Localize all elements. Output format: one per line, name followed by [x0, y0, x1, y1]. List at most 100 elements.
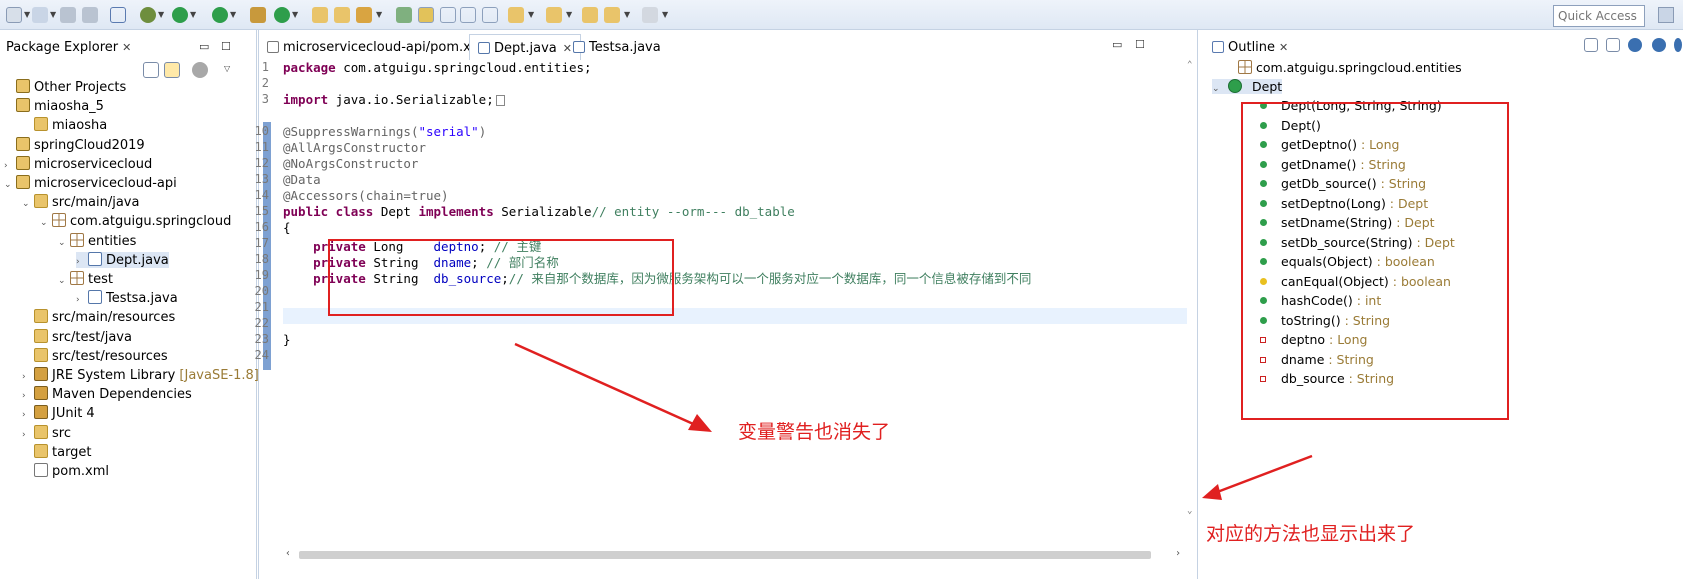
chevron-down-icon[interactable]: ⌄ [40, 218, 52, 228]
scroll-left-icon[interactable]: ‹ [285, 548, 291, 559]
tab-pom-xml[interactable]: microservicecloud-api/pom.xml [259, 34, 495, 60]
view-menu-icon[interactable]: ▽ [224, 64, 230, 73]
close-icon[interactable]: ✕ [122, 41, 131, 54]
tree-item[interactable]: src/main/resources [22, 309, 175, 325]
hide-non-public-icon[interactable] [1674, 38, 1682, 52]
open-perspective-icon[interactable] [1658, 7, 1674, 23]
tree-item[interactable]: ⌄ microservicecloud-api [4, 175, 177, 191]
collapse-all-icon[interactable] [143, 62, 159, 78]
collapse-all-icon[interactable] [1584, 38, 1598, 52]
tab-testsa-java[interactable]: Testsa.java [565, 34, 669, 60]
editor-maximize-icon[interactable]: ☐ [1135, 38, 1145, 51]
editor-minimize-icon[interactable]: ▭ [1112, 38, 1122, 51]
quick-access-input[interactable] [1553, 5, 1645, 27]
chevron-down-icon[interactable]: ⌄ [4, 180, 16, 190]
chevron-right-icon[interactable]: › [22, 430, 34, 440]
search-icon[interactable] [356, 7, 372, 23]
tree-item[interactable]: › JRE System Library [JavaSE-1.8] [22, 367, 259, 383]
tree-item[interactable]: › microservicecloud [4, 155, 152, 172]
tree-item[interactable]: Other Projects [4, 79, 126, 95]
chevron-down-icon[interactable]: ⌄ [1212, 84, 1224, 94]
back-icon[interactable] [604, 7, 620, 23]
chevron-right-icon[interactable]: › [76, 257, 88, 267]
open-task-icon[interactable] [334, 7, 350, 23]
skip-breakpoints-icon[interactable] [110, 7, 126, 23]
debug-icon[interactable] [140, 7, 156, 23]
tree-item[interactable]: ⌄ entities [58, 232, 136, 249]
next-annotation-icon[interactable] [508, 7, 524, 23]
forward-icon[interactable] [642, 7, 658, 23]
toggle-mark-occurrences-icon[interactable] [396, 7, 412, 23]
chevron-down-icon[interactable]: ⌄ [58, 238, 70, 248]
new-icon[interactable] [6, 7, 22, 23]
chevron-right-icon[interactable]: › [4, 161, 16, 171]
outline-package[interactable]: com.atguigu.springcloud.entities [1238, 60, 1462, 75]
search-dropdown-icon[interactable]: ▼ [376, 10, 382, 19]
forward-dropdown-icon[interactable]: ▼ [662, 10, 668, 19]
tab-outline[interactable]: Outline ✕ [1206, 34, 1294, 60]
focus-on-active-task-icon[interactable] [192, 62, 208, 78]
scroll-up-icon[interactable]: ⌃ [1187, 60, 1192, 70]
chevron-right-icon[interactable]: › [22, 410, 34, 420]
tree-item[interactable]: src/test/resources [22, 347, 168, 364]
tree-item[interactable]: src/test/java [22, 328, 132, 345]
maximize-icon[interactable]: ☐ [221, 40, 231, 53]
chevron-right-icon[interactable]: › [76, 295, 88, 305]
debug-dropdown-icon[interactable]: ▼ [158, 10, 164, 19]
tree-item[interactable]: › Maven Dependencies [22, 386, 192, 402]
new-class-icon[interactable] [274, 7, 290, 23]
block-selection-icon[interactable] [440, 7, 456, 23]
hide-fields-icon[interactable] [1628, 38, 1642, 52]
tab-package-explorer[interactable]: Package Explorer ✕ [0, 34, 137, 60]
minimize-icon[interactable]: ▭ [199, 40, 209, 53]
tree-item[interactable]: ⌄ com.atguigu.springcloud [40, 213, 231, 229]
run-dropdown-icon[interactable]: ▼ [190, 10, 196, 19]
word-wrap-icon[interactable] [460, 7, 476, 23]
tree-item[interactable]: springCloud2019 [4, 136, 145, 153]
next-annotation-dropdown-icon[interactable]: ▼ [528, 10, 534, 19]
new-java-package-icon[interactable] [250, 7, 266, 23]
horizontal-scrollbar[interactable]: ‹ › [283, 548, 1187, 562]
new-class-dropdown-icon[interactable]: ▼ [292, 10, 298, 19]
scroll-down-icon[interactable]: ⌄ [1187, 506, 1192, 516]
new-menu-dropdown-icon[interactable]: ▼ [50, 10, 56, 19]
previous-annotation-icon[interactable] [546, 7, 562, 23]
external-tools-dropdown-icon[interactable]: ▼ [230, 10, 236, 19]
horizontal-scroll-thumb[interactable] [299, 551, 1151, 559]
tree-item[interactable]: pom.xml [22, 463, 109, 479]
tree-item[interactable]: › JUnit 4 [22, 405, 95, 421]
show-whitespace-icon[interactable] [482, 7, 498, 23]
sort-icon[interactable] [1606, 38, 1620, 52]
package-icon [1238, 60, 1252, 74]
save-icon[interactable] [60, 7, 76, 23]
link-with-editor-icon[interactable] [164, 62, 180, 78]
outline-class[interactable]: ⌄ Dept [1212, 79, 1283, 94]
chevron-down-icon[interactable]: ⌄ [58, 276, 70, 286]
run-icon[interactable] [172, 7, 188, 23]
new-menu-icon[interactable] [32, 7, 48, 23]
chevron-right-icon[interactable]: › [22, 391, 34, 401]
close-icon[interactable]: ✕ [1279, 41, 1288, 54]
tree-item[interactable]: target [22, 443, 92, 460]
chevron-down-icon[interactable]: ⌄ [22, 199, 34, 209]
toggle-highlight-icon[interactable] [418, 7, 434, 23]
folded-import-icon[interactable] [495, 95, 505, 106]
last-edit-location-icon[interactable] [582, 7, 598, 23]
tree-item[interactable]: ⌄ test [58, 271, 113, 287]
tree-item[interactable]: ⌄ src/main/java [22, 194, 139, 210]
tree-item[interactable]: miaosha [22, 117, 107, 133]
previous-annotation-dropdown-icon[interactable]: ▼ [566, 10, 572, 19]
scroll-right-icon[interactable]: › [1175, 548, 1181, 559]
external-tools-icon[interactable] [212, 7, 228, 23]
back-dropdown-icon[interactable]: ▼ [624, 10, 630, 19]
new-dropdown-icon[interactable]: ▼ [24, 10, 30, 19]
tree-item[interactable]: › src [22, 424, 71, 441]
vertical-scrollbar[interactable]: ⌃ ⌄ [1187, 60, 1197, 570]
chevron-right-icon[interactable]: › [22, 372, 34, 382]
tree-item[interactable]: miaosha_5 [4, 98, 104, 114]
open-type-icon[interactable] [312, 7, 328, 23]
save-all-icon[interactable] [82, 7, 98, 23]
tree-item[interactable]: › Testsa.java [76, 290, 178, 306]
hide-static-icon[interactable] [1652, 38, 1666, 52]
tree-item[interactable]: › Dept.java [76, 251, 169, 268]
